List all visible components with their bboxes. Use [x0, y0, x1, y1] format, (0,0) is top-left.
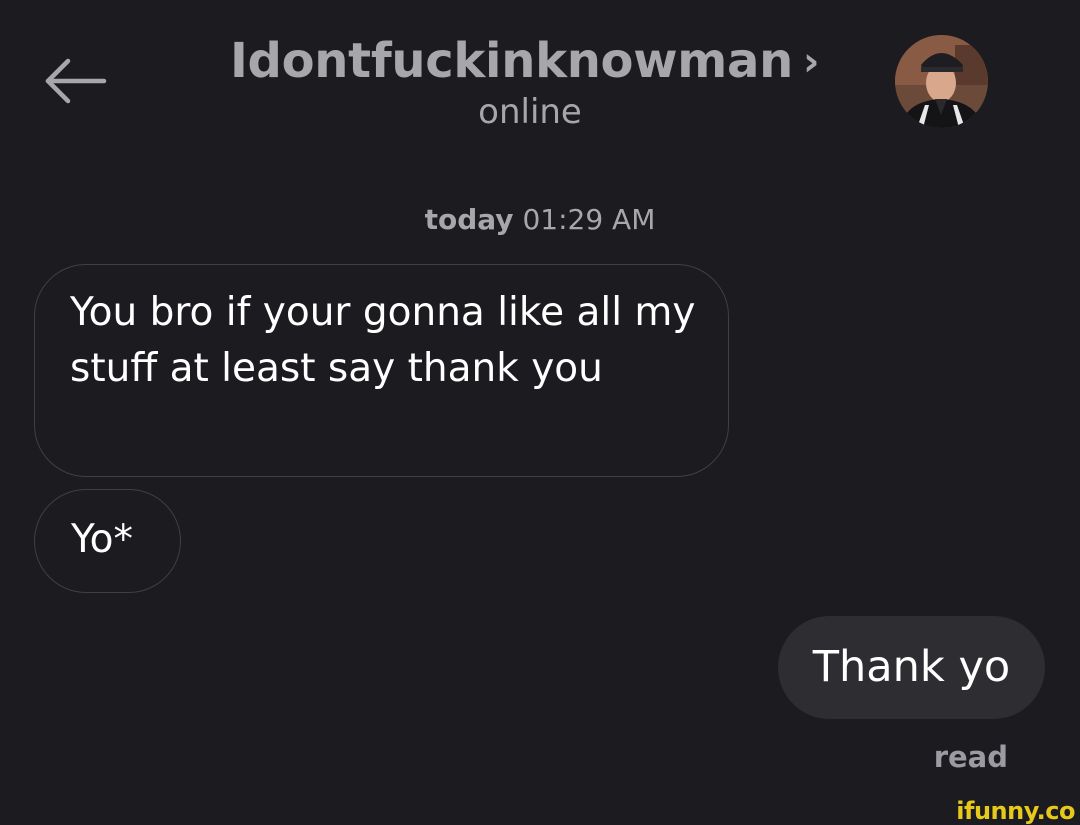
- chevron-right-icon: ›: [802, 39, 820, 85]
- message-text: Thank yo: [812, 642, 1011, 692]
- timestamp-time: 01:29 AM: [522, 203, 656, 236]
- ifunny-watermark: ifunny.co: [956, 797, 1075, 825]
- message-timestamp: today 01:29 AM: [340, 200, 740, 240]
- chat-screen: Idontfuckinknowman › online today 01:29 A…: [0, 0, 1080, 825]
- username: Idontfuckinknowman: [230, 33, 793, 89]
- profile-photo: [895, 35, 988, 128]
- outgoing-message-bubble[interactable]: Thank yo: [778, 616, 1045, 719]
- message-text: Yo*: [71, 517, 134, 562]
- incoming-message-bubble[interactable]: Yo*: [34, 489, 181, 593]
- avatar[interactable]: [895, 35, 988, 128]
- timestamp-day: today: [424, 203, 514, 236]
- message-text: You bro if your gonna like all my stuff …: [70, 290, 696, 391]
- arrow-left-icon: [45, 58, 107, 104]
- read-receipt: read: [933, 740, 1008, 774]
- chat-title[interactable]: Idontfuckinknowman ›: [230, 31, 840, 92]
- incoming-message-bubble[interactable]: You bro if your gonna like all my stuff …: [34, 264, 729, 477]
- online-status: online: [478, 92, 582, 132]
- back-button[interactable]: [40, 52, 110, 110]
